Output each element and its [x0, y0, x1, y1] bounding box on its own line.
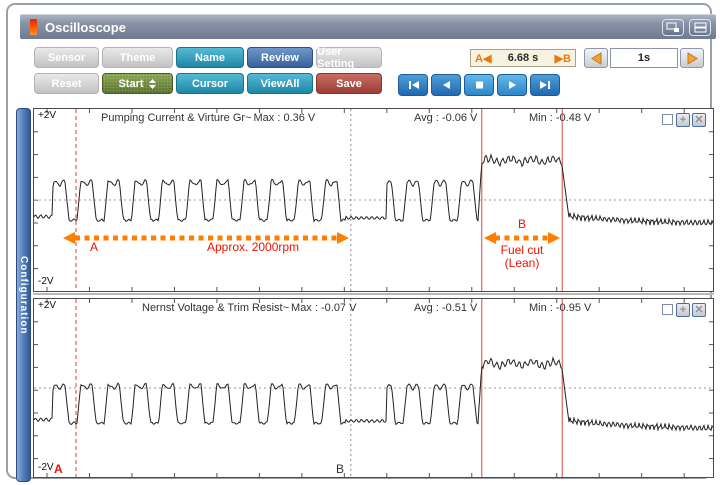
stat-avg: Avg : -0.06 V — [414, 112, 478, 124]
window-frame: Oscilloscope Sensor Theme Name Review Us… — [6, 3, 716, 482]
save-button[interactable]: Save — [316, 73, 382, 94]
name-button-label: Name — [195, 51, 225, 64]
panel-divider — [33, 293, 714, 295]
right-arrow-icon — [687, 51, 698, 65]
window-title: Oscilloscope — [45, 19, 126, 35]
scope-panel-nernst-voltage[interactable]: +2V -2V Nernst Voltage & Trim Resist~ Max… — [33, 298, 714, 478]
channel-checkbox[interactable] — [662, 304, 673, 315]
stat-max: Max : -0.07 V — [291, 302, 357, 314]
waveform-plot[interactable] — [34, 299, 713, 477]
skip-start-button[interactable] — [398, 74, 428, 96]
skip-end-button[interactable] — [530, 74, 560, 96]
annotation-a: A — [89, 240, 98, 254]
configuration-tab[interactable]: Configuration — [16, 108, 31, 482]
channel-title: Nernst Voltage & Trim Resist~ Max : -0.07… — [142, 302, 357, 314]
theme-button-label: Theme — [119, 51, 156, 64]
stat-avg: Avg : -0.51 V — [414, 302, 478, 314]
save-button-label: Save — [336, 77, 362, 90]
app-icon — [30, 19, 37, 35]
theme-button[interactable]: Theme — [102, 47, 173, 68]
annotation-fuelcut: Fuel cut — [500, 243, 544, 257]
stat-min: Min : -0.95 V — [529, 302, 592, 314]
review-button[interactable]: Review — [247, 47, 313, 68]
start-button[interactable]: Start — [102, 73, 173, 94]
spinner-updown-icon — [148, 78, 156, 89]
titlebar: Oscilloscope — [20, 14, 716, 39]
y-max-label: +2V — [38, 110, 57, 121]
oscilloscope-app: Oscilloscope Sensor Theme Name Review Us… — [0, 0, 720, 485]
user-setting-button-label: User Setting — [317, 45, 355, 70]
tile-windows-icon[interactable] — [689, 18, 711, 36]
annotation-rpm: Approx. 2000rpm — [207, 240, 300, 254]
restore-window-icon[interactable] — [662, 18, 684, 36]
cursor-b-marker: ▶B — [554, 52, 571, 65]
viewall-button[interactable]: ViewAll — [247, 73, 313, 94]
y-min-label: -2V — [38, 276, 54, 287]
channel-checkbox[interactable] — [662, 114, 673, 125]
y-max-label: +2V — [38, 300, 57, 311]
annotation-lean: (Lean) — [504, 256, 540, 270]
skip-start-icon — [408, 81, 419, 89]
stat-min: Min : -0.48 V — [529, 112, 592, 124]
scope-panel-pumping-current[interactable]: +2V -2V Pumping Current & Virture Gr~ Max… — [33, 108, 714, 292]
start-button-label: Start — [118, 77, 144, 90]
step-back-icon — [442, 81, 450, 89]
sensor-button-label: Sensor — [47, 51, 86, 64]
skip-end-icon — [539, 81, 550, 89]
play-button[interactable] — [497, 74, 527, 96]
sensor-button[interactable]: Sensor — [34, 47, 99, 68]
viewall-button-label: ViewAll — [260, 77, 300, 90]
add-channel-button[interactable]: + — [676, 113, 690, 127]
reset-button-label: Reset — [51, 77, 82, 90]
waveform-plot[interactable] — [34, 109, 713, 291]
cursor-button-label: Cursor — [191, 77, 229, 90]
user-setting-button[interactable]: User Setting — [316, 45, 382, 70]
stop-icon — [475, 81, 483, 89]
review-button-label: Review — [261, 51, 299, 64]
play-icon — [508, 81, 516, 89]
cursor-button[interactable]: Cursor — [176, 73, 244, 94]
add-channel-button[interactable]: + — [676, 303, 690, 317]
playback-controls — [398, 74, 560, 96]
y-min-label: -2V — [38, 462, 54, 473]
timebase-increase-button[interactable] — [680, 48, 704, 68]
left-arrow-icon — [590, 51, 601, 65]
annotation-b: B — [517, 217, 526, 231]
name-button[interactable]: Name — [176, 47, 244, 68]
close-channel-button[interactable]: ✕ — [692, 303, 706, 317]
stop-button[interactable] — [464, 74, 494, 96]
ab-time-readout[interactable]: A◀ 6.68 s ▶B — [470, 49, 576, 67]
step-back-button[interactable] — [431, 74, 461, 96]
close-channel-button[interactable]: ✕ — [692, 113, 706, 127]
stat-max: Max : 0.36 V — [253, 112, 316, 124]
timebase-value[interactable]: 1s — [610, 48, 678, 68]
ab-delta-value: 6.68 s — [507, 52, 539, 64]
timebase-decrease-button[interactable] — [584, 48, 608, 68]
cursor-a-label: A — [54, 462, 63, 476]
cursor-b-label: B — [336, 462, 345, 476]
cursor-a-marker: A◀ — [475, 52, 492, 65]
channel-title: Pumping Current & Virture Gr~ Max : 0.36 … — [101, 112, 316, 124]
reset-button[interactable]: Reset — [34, 73, 99, 94]
